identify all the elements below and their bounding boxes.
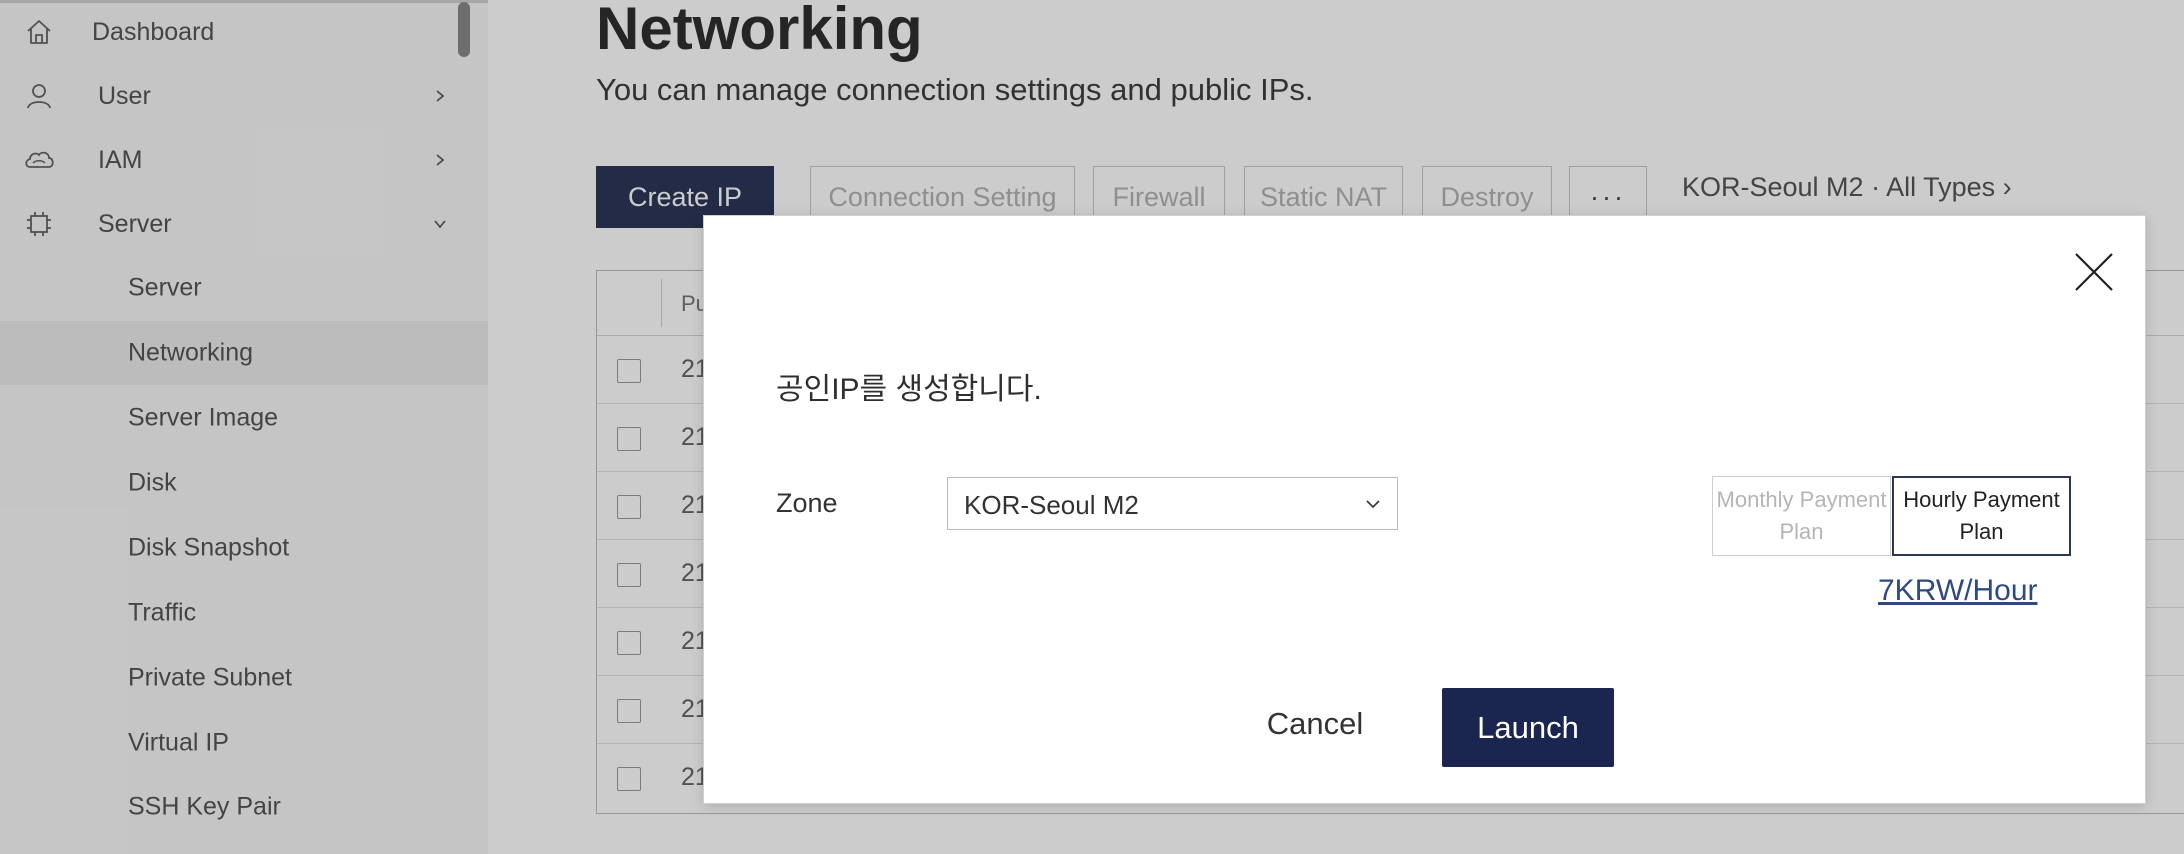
hourly-payment-plan-button[interactable]: Hourly Payment Plan bbox=[1892, 476, 2071, 556]
dialog-message: 공인IP를 생성합니다. bbox=[776, 373, 1042, 406]
zone-select[interactable]: KOR-Seoul M2 bbox=[947, 477, 1398, 530]
create-ip-dialog: 공인IP를 생성합니다. Zone KOR-Seoul M2 Monthly P… bbox=[703, 215, 2146, 804]
zone-select-value: KOR-Seoul M2 bbox=[964, 490, 1139, 520]
zone-label: Zone bbox=[776, 488, 838, 518]
monthly-payment-plan-button[interactable]: Monthly Payment Plan bbox=[1712, 476, 1891, 556]
close-icon[interactable] bbox=[2072, 250, 2116, 294]
launch-button[interactable]: Launch bbox=[1442, 688, 1614, 767]
cancel-button[interactable]: Cancel bbox=[1245, 688, 1385, 760]
chevron-down-icon bbox=[1363, 494, 1383, 514]
price-link[interactable]: 7KRW/Hour bbox=[1878, 574, 2038, 608]
